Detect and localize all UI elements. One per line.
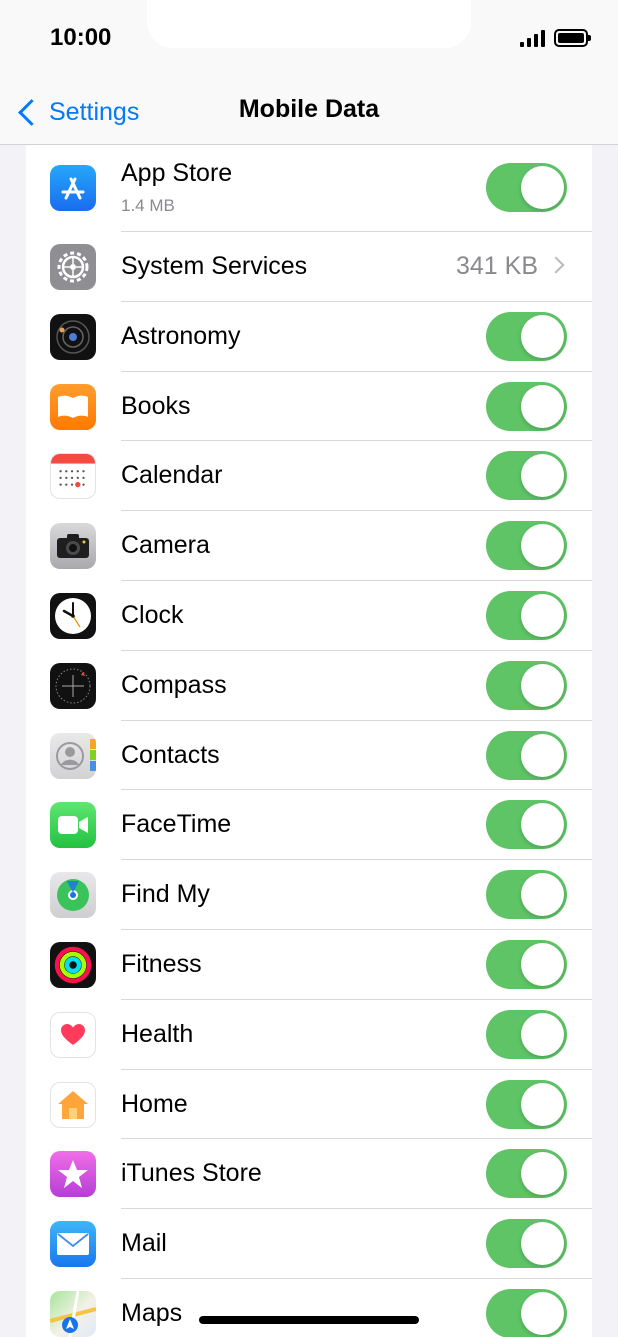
health-toggle[interactable] <box>486 1009 567 1059</box>
mail-toggle[interactable] <box>486 1219 567 1269</box>
maps-icon <box>50 1290 96 1337</box>
toggle-knob <box>521 1222 564 1266</box>
list-item-system-services[interactable]: System Services 341 KB <box>26 232 592 302</box>
toggle-knob <box>521 384 564 428</box>
list-item-contacts: Contacts <box>26 721 592 791</box>
list-item-label: Books <box>121 391 191 420</box>
calendar-toggle[interactable] <box>486 451 567 501</box>
facetime-toggle[interactable] <box>486 800 567 850</box>
home-toggle[interactable] <box>486 1079 567 1129</box>
home-indicator[interactable] <box>199 1316 419 1324</box>
list-item-label: Clock <box>121 600 184 629</box>
toggle-knob <box>521 942 564 986</box>
list-item-maps: Maps <box>26 1279 592 1337</box>
books-icon <box>50 383 96 430</box>
health-icon <box>50 1011 96 1058</box>
compass-icon <box>50 662 96 709</box>
toggle-knob <box>521 314 564 358</box>
toggle-knob <box>521 1291 564 1335</box>
facetime-icon <box>50 802 96 849</box>
camera-toggle[interactable] <box>486 521 567 571</box>
list-item-home: Home <box>26 1070 592 1140</box>
battery-icon <box>554 29 591 47</box>
list-item-label: Camera <box>121 531 210 560</box>
toggle-knob <box>521 803 564 847</box>
contacts-toggle[interactable] <box>486 730 567 780</box>
status-bar: 10:00 <box>0 0 618 80</box>
find-my-toggle[interactable] <box>486 870 567 920</box>
list-item-label: System Services <box>121 252 308 280</box>
list-item-health: Health <box>26 1000 592 1070</box>
astronomy-icon <box>50 313 96 360</box>
page-title: Mobile Data <box>238 95 380 123</box>
list-item-label: Home <box>121 1089 188 1118</box>
toggle-knob <box>521 1012 564 1056</box>
clock-icon <box>50 592 96 639</box>
list-item-label: Maps <box>121 1298 183 1327</box>
list-item-facetime: FaceTime <box>26 790 592 861</box>
toggle-knob <box>521 1152 564 1196</box>
list-item-label: iTunes Store <box>121 1159 262 1188</box>
books-toggle[interactable] <box>486 381 567 431</box>
toggle-knob <box>521 593 564 637</box>
app-store-toggle[interactable] <box>486 163 567 212</box>
list-item-label: Astronomy <box>121 321 241 350</box>
list-item-clock: Clock <box>26 581 592 651</box>
list-item-label: Find My <box>121 880 210 909</box>
list-item-fitness: Fitness <box>26 930 592 1000</box>
find-my-icon <box>50 872 96 919</box>
notch <box>147 0 471 48</box>
calendar-icon <box>50 453 96 500</box>
list-item-label: Health <box>121 1019 194 1048</box>
app-store-icon <box>50 165 96 211</box>
list-item-label: Compass <box>121 670 227 699</box>
list-item-find-my: Find My <box>26 860 592 930</box>
list-item-itunes-store: iTunes Store <box>26 1139 592 1210</box>
list-item-label: Calendar <box>121 461 223 490</box>
toggle-knob <box>521 454 564 498</box>
fitness-icon <box>50 941 96 988</box>
list-item-astronomy: Astronomy <box>26 302 592 372</box>
list-item-camera: Camera <box>26 511 592 581</box>
list-item-usage: 341 KB <box>455 252 538 280</box>
list-item-calendar: Calendar <box>26 441 592 512</box>
clock-toggle[interactable] <box>486 590 567 640</box>
cellular-signal-icon <box>520 29 545 47</box>
itunes-store-icon <box>50 1151 96 1198</box>
navigation-bar: Settings Mobile Data <box>0 80 618 145</box>
list-item-app-store: App Store 1.4 MB <box>26 145 592 232</box>
list-item-usage: 1.4 MB <box>121 196 175 215</box>
toggle-knob <box>521 166 564 209</box>
compass-toggle[interactable] <box>486 660 567 710</box>
toggle-knob <box>521 1082 564 1126</box>
list-item-label: Contacts <box>121 740 220 769</box>
toggle-knob <box>521 733 564 777</box>
system-services-gear-icon <box>50 244 96 290</box>
list-item-label: App Store <box>121 159 233 187</box>
chevron-right-icon <box>547 256 565 274</box>
mail-icon <box>50 1221 96 1268</box>
home-icon <box>50 1081 96 1128</box>
list-item-label: Fitness <box>121 949 202 978</box>
itunes-store-toggle[interactable] <box>486 1149 567 1199</box>
list-item-compass: Compass <box>26 651 592 721</box>
toggle-knob <box>521 663 564 707</box>
camera-icon <box>50 523 96 570</box>
list-item-books: Books <box>26 372 592 442</box>
phone-screen: 10:00 Settings Mobile Data App Store 1.4… <box>0 0 618 1337</box>
astronomy-toggle[interactable] <box>486 311 567 361</box>
toggle-knob <box>521 873 564 917</box>
list-item-label: Mail <box>121 1229 167 1258</box>
list-item-label: FaceTime <box>121 810 232 839</box>
app-data-list: App Store 1.4 MB System Services 341 KB <box>26 145 592 1337</box>
contacts-icon <box>50 732 96 779</box>
fitness-toggle[interactable] <box>486 939 567 989</box>
status-icons <box>520 27 591 49</box>
maps-toggle[interactable] <box>486 1288 567 1337</box>
toggle-knob <box>521 524 564 568</box>
list-item-mail: Mail <box>26 1209 592 1279</box>
status-time: 10:00 <box>50 24 112 51</box>
